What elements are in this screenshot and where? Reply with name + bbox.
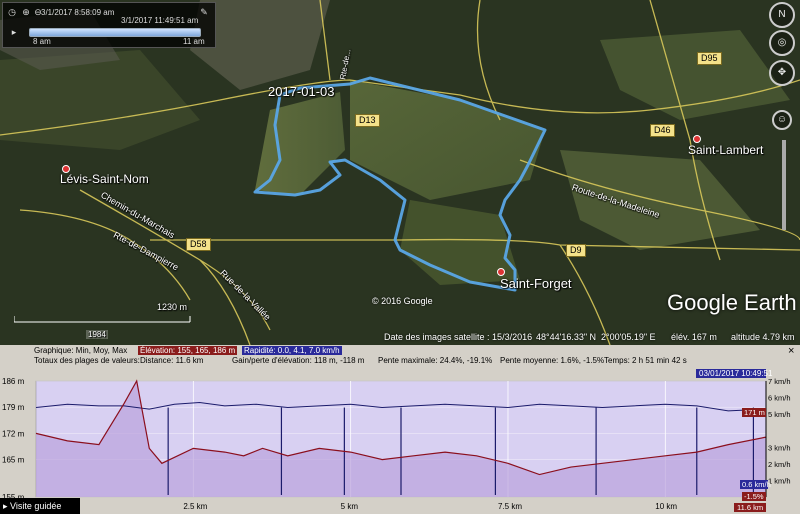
- clock-icon[interactable]: ◷: [7, 7, 17, 18]
- dist-badge: 11.6 km: [737, 503, 763, 512]
- tour-icon: ▸: [3, 501, 8, 511]
- y-right-tick-label: 1 km/h: [768, 476, 791, 485]
- copyright-text: © 2016 Google: [372, 296, 433, 306]
- x-tick-label: 7.5 km: [498, 502, 522, 511]
- left-axis-ticks: 186 m179 m172 m165 m155 m: [2, 377, 25, 502]
- elev-badge: 171 m: [744, 408, 765, 417]
- status-bar: Date des images satellite : 15/3/2016 48…: [0, 330, 800, 345]
- distance-value: Distance: 11.6 km: [140, 356, 204, 365]
- scale-label: 1230 m: [157, 302, 188, 312]
- place-saint-lambert[interactable]: Saint-Lambert: [688, 143, 763, 157]
- graph-mode-label: Graphique: Min, Moy, Max: [34, 346, 128, 355]
- x-tick-label: 2.5 km: [183, 502, 207, 511]
- y-left-tick-label: 186 m: [2, 377, 25, 386]
- slope-badge: -1.5%: [744, 492, 764, 501]
- x-axis-ticks: 2.5 km 5 km 7.5 km 10 km: [183, 502, 677, 511]
- road-d95-tag: D95: [697, 52, 722, 65]
- time-end-tick: 11 am: [183, 37, 205, 46]
- close-profile-icon[interactable]: ×: [788, 345, 794, 357]
- time-end-label: 3/1/2017 11:49:51 am: [121, 16, 199, 25]
- y-right-tick-label: 5 km/h: [768, 410, 791, 419]
- x-tick-label: 10 km: [655, 502, 677, 511]
- imagery-date: Date des images satellite : 15/3/2016: [384, 332, 533, 342]
- y-left-tick-label: 165 m: [2, 456, 25, 465]
- longitude: 2°00'05.19" E: [601, 332, 656, 342]
- move-icon[interactable]: ✥: [769, 60, 795, 86]
- scale-bar: 1230 m: [14, 302, 194, 324]
- play-icon[interactable]: ▸: [9, 27, 19, 38]
- guided-tour-button[interactable]: ▸ Visite guidée: [0, 498, 80, 514]
- y-left-tick-label: 179 m: [2, 403, 25, 412]
- y-right-tick-label: 2 km/h: [768, 460, 791, 469]
- place-levis-saint-nom[interactable]: Lévis-Saint-Nom: [60, 172, 149, 186]
- place-levis-marker[interactable]: [62, 165, 70, 173]
- x-tick-label: 5 km: [341, 502, 359, 511]
- road-d58-tag: D58: [186, 238, 211, 251]
- max-slope-value: Pente maximale: 24.4%, -19.1%: [378, 356, 493, 365]
- map-view[interactable]: 2017-01-03 Lévis-Saint-Nom Saint-Lambert…: [0, 0, 800, 345]
- place-saint-lambert-marker[interactable]: [693, 135, 701, 143]
- elevation-selector[interactable]: Élévation: 155, 165, 186 m: [138, 346, 238, 355]
- google-earth-logo: Google Earth: [667, 290, 797, 315]
- datetime-badge: 03/01/2017 10:49:51: [699, 369, 773, 378]
- street-view-icon[interactable]: ☺: [772, 110, 792, 130]
- y-left-tick-label: 172 m: [2, 429, 25, 438]
- track-date-label: 2017-01-03: [268, 84, 335, 99]
- elevation: élév. 167 m: [671, 332, 717, 342]
- gain-value: Gain/perte d'élévation: 118 m, -118 m: [232, 356, 365, 365]
- profile-chart[interactable]: 186 m179 m172 m165 m155 m 7 km/h6 km/h5 …: [0, 367, 800, 514]
- zoom-in-icon[interactable]: ⊕: [21, 7, 31, 18]
- place-saint-forget-marker[interactable]: [497, 268, 505, 276]
- elevation-profile-panel: Graphique: Min, Moy, Max Élévation: 155,…: [0, 345, 800, 514]
- road-d46-tag: D46: [650, 124, 675, 137]
- time-value: Temps: 2 h 51 min 42 s: [604, 356, 687, 365]
- guided-tour-label: Visite guidée: [10, 501, 62, 511]
- wrench-icon[interactable]: ✎: [199, 7, 209, 18]
- time-range-track[interactable]: [29, 28, 201, 37]
- y-right-tick-label: 6 km/h: [768, 394, 791, 403]
- right-axis-ticks: 7 km/h 6 km/h 5 km/h 3 km/h 2 km/h 1 km/h: [768, 377, 791, 485]
- speed-badge: 0.6 km/h: [742, 480, 771, 489]
- time-start-tick: 8 am: [33, 37, 51, 46]
- time-slider-panel: ◷ ⊕ ⊖ ✎ 3/1/2017 8:58:09 am 3/1/2017 11:…: [2, 2, 216, 48]
- profile-header: Graphique: Min, Moy, Max Élévation: 155,…: [0, 345, 800, 367]
- latitude: 48°44'16.33" N: [536, 332, 597, 342]
- avg-slope-value: Pente moyenne: 1.6%, -1.5%: [500, 356, 605, 365]
- zoom-slider[interactable]: [782, 140, 786, 230]
- y-right-tick-label: 7 km/h: [768, 377, 791, 386]
- time-start-label: 3/1/2017 8:58:09 am: [41, 8, 115, 17]
- place-saint-forget[interactable]: Saint-Forget: [500, 276, 572, 291]
- speed-selector[interactable]: Rapidité: 0.0, 4.1, 7.0 km/h: [242, 346, 342, 355]
- range-totals-label: Totaux des plages de valeurs:: [34, 356, 140, 365]
- altitude: altitude 4.79 km: [731, 332, 795, 342]
- y-right-tick-label: 3 km/h: [768, 443, 791, 452]
- look-icon[interactable]: ◎: [769, 30, 795, 56]
- road-d9-tag: D9: [566, 244, 586, 257]
- road-d13-tag: D13: [355, 114, 380, 127]
- compass-icon[interactable]: N: [769, 2, 795, 28]
